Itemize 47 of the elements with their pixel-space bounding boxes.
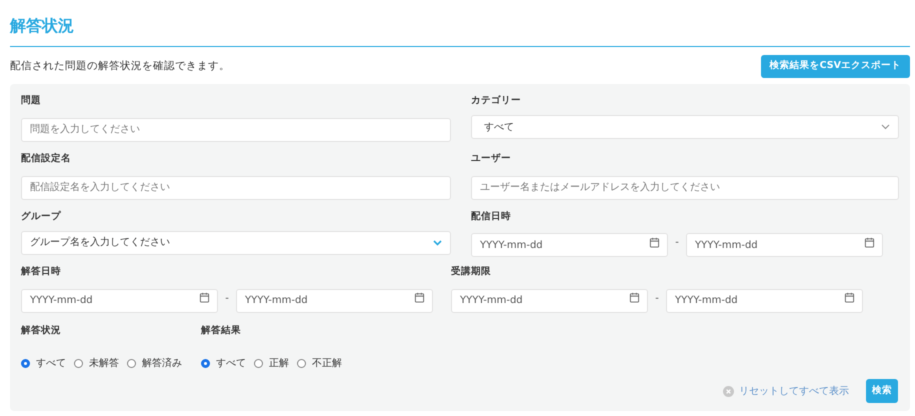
group-combobox[interactable]: グループ名を入力してください: [21, 230, 451, 255]
text-field[interactable]: 配信設定名を入力してください: [21, 176, 451, 200]
date-field[interactable]: YYYY-mm-dd: [686, 233, 883, 258]
radio-option[interactable]: すべて: [21, 356, 66, 372]
page-title: 解答状況: [10, 15, 74, 37]
radio-button[interactable]: [127, 359, 136, 368]
field-label: 受講期限: [451, 264, 491, 279]
date-field[interactable]: YYYY-mm-dd: [21, 288, 218, 312]
calendar-icon[interactable]: [649, 236, 660, 248]
calendar-icon[interactable]: [864, 236, 875, 248]
field-label: 配信日時: [471, 210, 511, 224]
field-label: ユーザー: [471, 152, 511, 166]
radio-button[interactable]: [201, 359, 210, 368]
calendar-icon[interactable]: [844, 292, 855, 303]
calendar-icon[interactable]: [629, 292, 640, 303]
radio-option[interactable]: 正解: [254, 356, 289, 372]
radio-option[interactable]: 未解答: [74, 356, 119, 372]
range-separator: -: [654, 292, 660, 306]
calendar-icon[interactable]: [414, 292, 425, 303]
range-separator: -: [224, 292, 230, 306]
radio-button[interactable]: [254, 359, 263, 368]
page-description: 配信された問題の解答状況を確認できます。: [10, 58, 230, 74]
radio-button[interactable]: [74, 359, 83, 368]
field-label: 解答日時: [21, 264, 61, 279]
category-select[interactable]: すべて: [471, 115, 899, 140]
chevron-down-icon: [881, 124, 890, 130]
field-label: 問題: [21, 94, 41, 108]
date-field[interactable]: YYYY-mm-dd: [471, 233, 668, 258]
field-label: 配信設定名: [21, 152, 71, 166]
date-field[interactable]: YYYY-mm-dd: [451, 288, 648, 312]
field-label: グループ: [21, 210, 61, 224]
text-field[interactable]: 問題を入力してください: [21, 118, 451, 142]
date-field[interactable]: YYYY-mm-dd: [666, 288, 863, 312]
radio-option[interactable]: 不正解: [297, 356, 342, 372]
field-label: 解答結果: [201, 324, 241, 338]
field-label: 解答状況: [21, 324, 61, 338]
field-label: カテゴリー: [471, 94, 521, 108]
radio-option[interactable]: 解答済み: [127, 356, 182, 372]
radio-option[interactable]: すべて: [201, 356, 246, 372]
chevron-down-icon: [433, 240, 442, 246]
date-field[interactable]: YYYY-mm-dd: [236, 288, 433, 312]
clear-icon: [723, 386, 734, 397]
radio-button[interactable]: [21, 359, 30, 368]
calendar-icon[interactable]: [199, 292, 210, 303]
text-field[interactable]: ユーザー名またはメールアドレスを入力してください: [471, 176, 899, 200]
range-separator: -: [674, 236, 680, 250]
radio-button[interactable]: [297, 359, 306, 368]
